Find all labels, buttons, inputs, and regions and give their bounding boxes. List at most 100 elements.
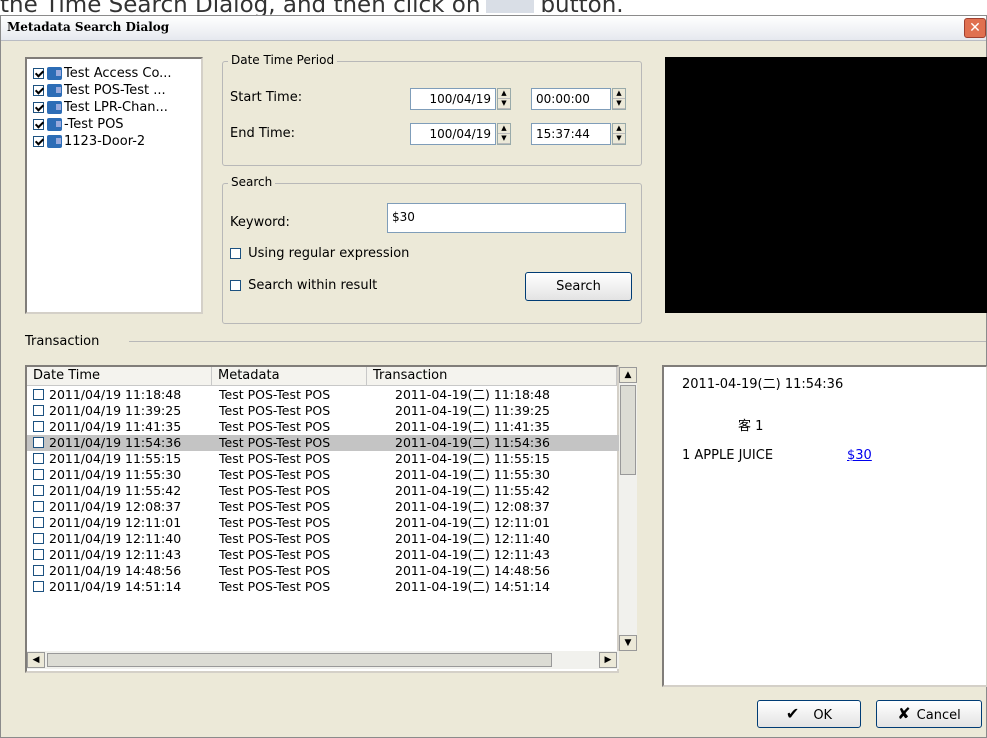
end-date-field[interactable]: 100/04/19 <box>410 123 496 145</box>
tree-item[interactable]: -Test POS <box>33 116 172 133</box>
regex-option[interactable]: Using regular expression <box>230 246 409 261</box>
cancel-button[interactable]: ✘ Cancel <box>876 700 982 728</box>
title-bar: Metadata Search Dialog ✕ <box>1 16 986 41</box>
spin-down-icon[interactable]: ▼ <box>498 99 510 109</box>
row-checkbox[interactable] <box>33 549 44 560</box>
table-row[interactable]: 2011/04/19 14:51:14 Test POS-Test POS 2011… <box>27 579 619 595</box>
cell-metadata: Test POS-Test POS <box>219 387 331 402</box>
cell-datetime: 2011/04/19 12:08:37 <box>49 499 182 514</box>
row-checkbox[interactable] <box>33 581 44 592</box>
row-checkbox[interactable] <box>33 533 44 544</box>
keyword-input[interactable]: $30 <box>387 203 626 233</box>
start-date-spinner[interactable]: ▲ ▼ <box>497 88 511 110</box>
cell-metadata: Test POS-Test POS <box>219 563 331 578</box>
column-header-metadata[interactable]: Metadata <box>212 367 367 385</box>
within-result-option[interactable]: Search within result <box>230 278 377 293</box>
table-row[interactable]: 2011/04/19 12:11:40 Test POS-Test POS 2011… <box>27 531 619 547</box>
cell-datetime: 2011/04/19 11:55:42 <box>49 483 182 498</box>
transaction-section-label: Transaction <box>25 334 100 349</box>
table-row[interactable]: 2011/04/19 14:48:56 Test POS-Test POS 2011… <box>27 563 619 579</box>
spin-down-icon[interactable]: ▼ <box>613 99 625 109</box>
cell-metadata: Test POS-Test POS <box>219 531 331 546</box>
scroll-left-icon[interactable]: ◀ <box>27 652 45 668</box>
tree-item-checkbox[interactable] <box>33 85 44 96</box>
ok-button[interactable]: ✔ OK <box>757 700 861 728</box>
tree-item-checkbox[interactable] <box>33 119 44 130</box>
table-row[interactable]: 2011/04/19 11:55:30 Test POS-Test POS 2011… <box>27 467 619 483</box>
table-row[interactable]: 2011/04/19 12:11:01 Test POS-Test POS 2011… <box>27 515 619 531</box>
horizontal-scroll-thumb[interactable] <box>47 653 552 667</box>
cell-metadata: Test POS-Test POS <box>219 515 331 530</box>
row-checkbox[interactable] <box>33 565 44 576</box>
spin-up-icon[interactable]: ▲ <box>498 89 510 99</box>
row-checkbox[interactable] <box>33 485 44 496</box>
scroll-right-icon[interactable]: ▶ <box>599 652 617 668</box>
cell-transaction: 2011-04-19(二) 11:55:15 <box>395 451 551 466</box>
tree-item-label: Test Access Co... <box>64 66 172 81</box>
row-checkbox[interactable] <box>33 405 44 416</box>
start-time-field[interactable]: 00:00:00 <box>531 88 611 110</box>
tree-item[interactable]: Test POS-Test ... <box>33 82 172 99</box>
device-icon <box>47 67 62 80</box>
end-time-field[interactable]: 15:37:44 <box>531 123 611 145</box>
cell-datetime: 2011/04/19 11:18:48 <box>49 387 182 402</box>
cell-datetime: 2011/04/19 11:55:15 <box>49 451 182 466</box>
vertical-scrollbar[interactable]: ▲ ▼ <box>619 367 637 651</box>
start-time-spinner[interactable]: ▲ ▼ <box>612 88 626 110</box>
table-row[interactable]: 2011/04/19 11:18:48 Test POS-Test POS 2011… <box>27 387 619 403</box>
regex-checkbox[interactable] <box>230 248 241 259</box>
scroll-up-icon[interactable]: ▲ <box>619 367 637 383</box>
close-button[interactable]: ✕ <box>964 18 986 38</box>
cell-metadata: Test POS-Test POS <box>219 499 331 514</box>
within-result-label: Search within result <box>248 278 378 293</box>
cell-transaction: 2011-04-19(二) 11:39:25 <box>395 403 551 418</box>
tree-item-label: Test LPR-Chan... <box>64 100 168 115</box>
dialog-title: Metadata Search Dialog <box>7 20 170 34</box>
table-row[interactable]: 2011/04/19 11:41:35 Test POS-Test POS 2011… <box>27 419 619 435</box>
spin-up-icon[interactable]: ▲ <box>613 89 625 99</box>
search-button[interactable]: Search <box>525 272 632 301</box>
end-date-spinner[interactable]: ▲ ▼ <box>497 123 511 145</box>
table-row[interactable]: 2011/04/19 12:08:37 Test POS-Test POS 2011… <box>27 499 619 515</box>
cancel-label: Cancel <box>916 708 961 723</box>
vertical-scroll-thumb[interactable] <box>620 385 636 475</box>
spin-up-icon[interactable]: ▲ <box>498 124 510 134</box>
row-checkbox[interactable] <box>33 389 44 400</box>
cell-metadata: Test POS-Test POS <box>219 483 331 498</box>
tree-item-checkbox[interactable] <box>33 136 44 147</box>
spin-up-icon[interactable]: ▲ <box>613 124 625 134</box>
row-checkbox[interactable] <box>33 469 44 480</box>
table-row[interactable]: 2011/04/19 12:11:43 Test POS-Test POS 2011… <box>27 547 619 563</box>
row-checkbox[interactable] <box>33 437 44 448</box>
row-checkbox[interactable] <box>33 453 44 464</box>
metadata-search-dialog: Metadata Search Dialog ✕ Test Access Co.… <box>0 15 987 738</box>
table-row[interactable]: 2011/04/19 11:55:42 Test POS-Test POS 2011… <box>27 483 619 499</box>
cell-transaction: 2011-04-19(二) 14:48:56 <box>395 563 551 578</box>
tree-item-checkbox[interactable] <box>33 102 44 113</box>
scroll-down-icon[interactable]: ▼ <box>619 635 637 651</box>
detail-amount-link[interactable]: $30 <box>847 448 872 463</box>
table-row[interactable]: 2011/04/19 11:39:25 Test POS-Test POS 2011… <box>27 403 619 419</box>
table-row[interactable]: 2011/04/19 11:55:15 Test POS-Test POS 2011… <box>27 451 619 467</box>
tree-item[interactable]: Test Access Co... <box>33 65 172 82</box>
tree-item[interactable]: 1123-Door-2 <box>33 133 172 150</box>
cell-metadata: Test POS-Test POS <box>219 403 331 418</box>
column-header-datetime[interactable]: Date Time <box>27 367 212 385</box>
table-row[interactable]: 2011/04/19 11:54:36 Test POS-Test POS 2011… <box>27 435 619 451</box>
spin-down-icon[interactable]: ▼ <box>613 134 625 144</box>
end-time-spinner[interactable]: ▲ ▼ <box>612 123 626 145</box>
column-header-transaction[interactable]: Transaction <box>367 367 617 385</box>
row-checkbox[interactable] <box>33 517 44 528</box>
spin-down-icon[interactable]: ▼ <box>498 134 510 144</box>
cell-datetime: 2011/04/19 12:11:40 <box>49 531 182 546</box>
start-date-field[interactable]: 100/04/19 <box>410 88 496 110</box>
row-checkbox[interactable] <box>33 501 44 512</box>
row-checkbox[interactable] <box>33 421 44 432</box>
device-icon <box>47 101 62 114</box>
within-result-checkbox[interactable] <box>230 280 241 291</box>
cell-metadata: Test POS-Test POS <box>219 451 331 466</box>
tree-item-checkbox[interactable] <box>33 68 44 79</box>
horizontal-scrollbar[interactable]: ◀ ▶ <box>27 651 619 669</box>
tree-item[interactable]: Test LPR-Chan... <box>33 99 172 116</box>
x-icon: ✘ <box>897 704 911 723</box>
